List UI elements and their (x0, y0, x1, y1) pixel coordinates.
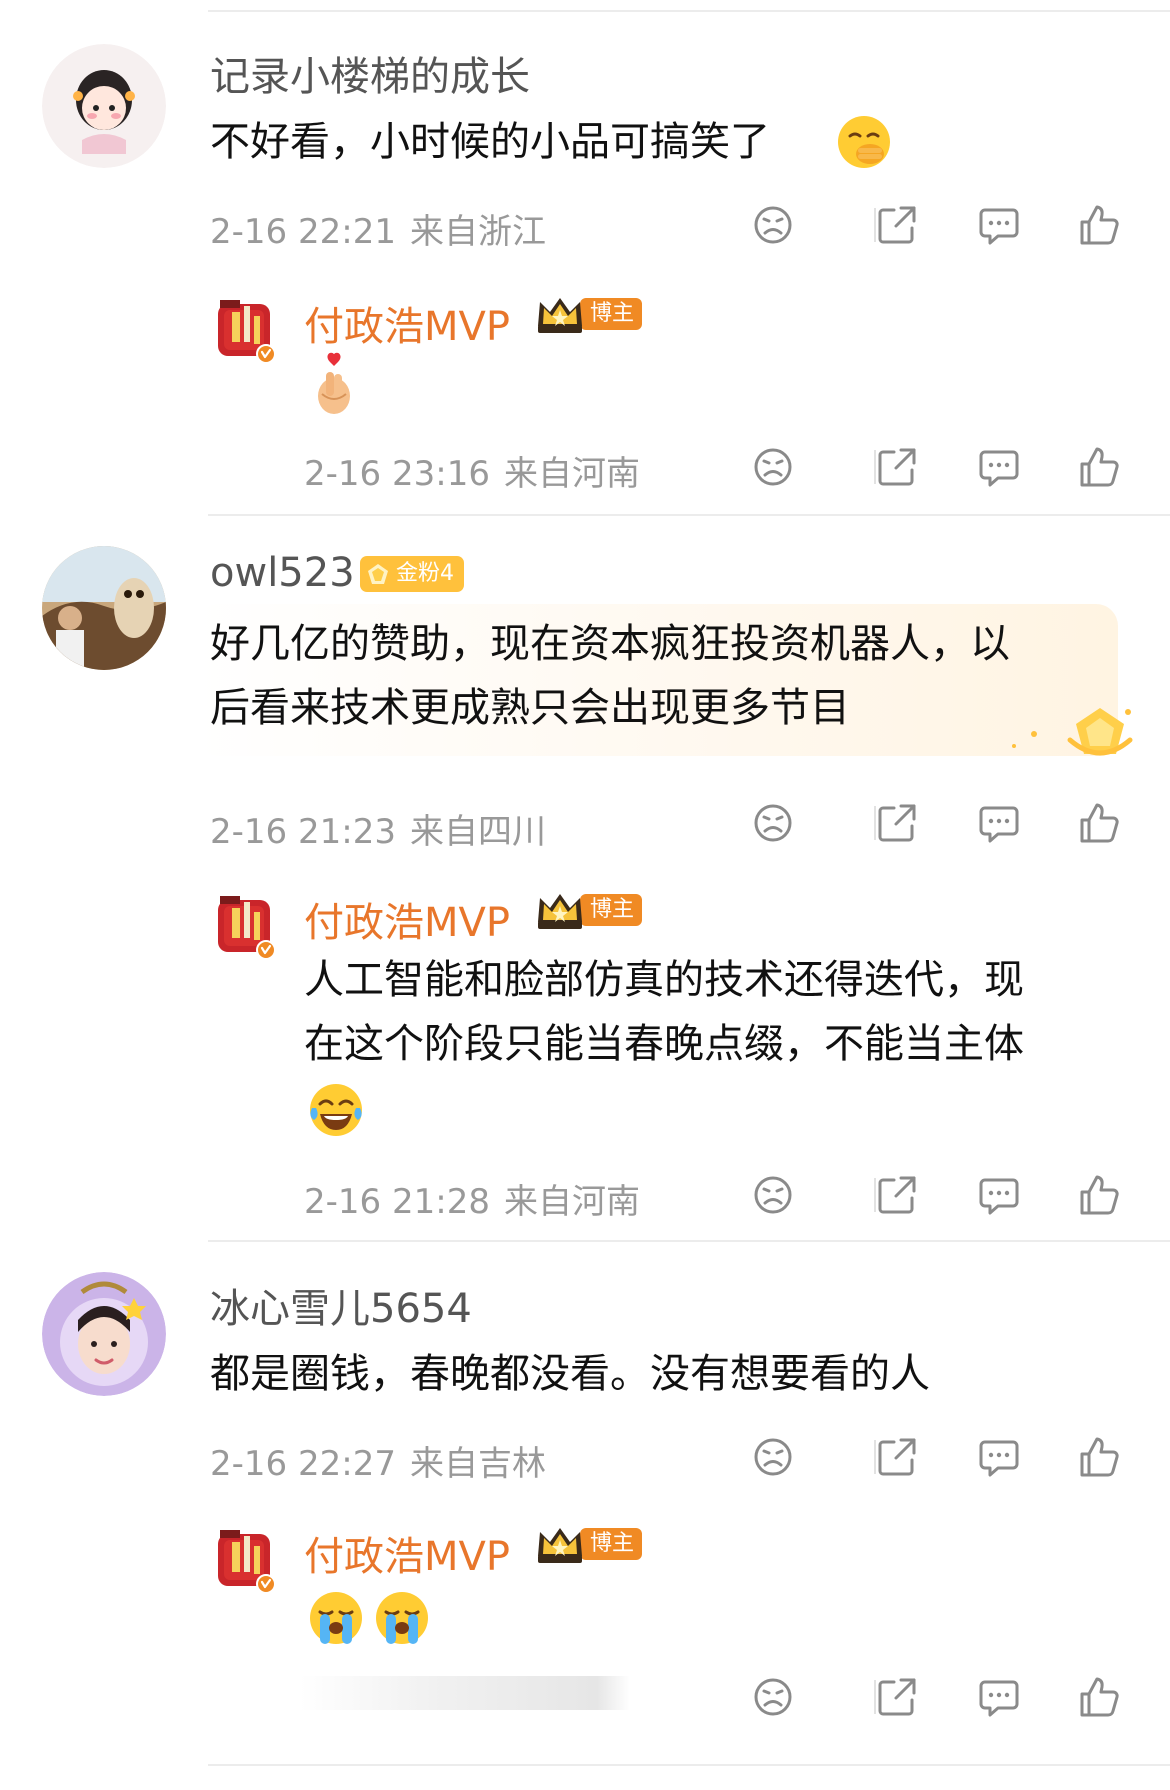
comment-icon[interactable] (976, 202, 1022, 248)
comment-icon[interactable] (976, 1674, 1022, 1720)
comment-text-body: 都是圈钱，春晚都没看。没有想要看的人 (210, 1351, 930, 1397)
blogger-badge: 博主 (534, 1522, 644, 1566)
dislike-icon[interactable] (750, 1434, 796, 1480)
like-icon[interactable] (1076, 1674, 1122, 1720)
like-icon[interactable] (1076, 1434, 1122, 1480)
comment-meta: 2-16 21:23 来自四川 (210, 804, 546, 853)
reply-actions (750, 1674, 1130, 1724)
dislike-icon[interactable] (750, 800, 796, 846)
reply-time: 2-16 23:16 (304, 454, 490, 494)
comment-meta: 2-16 22:27 来自吉林 (210, 1436, 546, 1485)
reply-text-line: 人工智能和脸部仿真的技术还得迭代，现 (304, 957, 1024, 1003)
comment-divider (208, 1240, 1170, 1242)
reply-actions (750, 444, 1130, 494)
finger-heart-emoji-icon (312, 352, 356, 416)
repost-icon[interactable] (874, 444, 920, 490)
comment-username[interactable]: 记录小楼梯的成长 (210, 44, 530, 102)
fan-diamond-icon (368, 564, 388, 584)
dislike-icon[interactable] (750, 202, 796, 248)
blogger-badge-label: 博主 (589, 301, 634, 326)
reply-username[interactable]: 付政浩MVP (304, 890, 510, 948)
blogger-badge: 博主 (534, 292, 644, 336)
reply-meta: 2-16 23:16 来自河南 (304, 446, 640, 495)
fan-level-label: 金粉4 (396, 561, 454, 586)
comment-time: 2-16 22:21 (210, 212, 396, 252)
fan-level-badge: 金粉4 (360, 556, 464, 592)
like-icon[interactable] (1076, 444, 1122, 490)
reply-time: 2-16 21:28 (304, 1182, 490, 1222)
tears-of-joy-emoji-icon (308, 1082, 364, 1138)
reply-avatar[interactable] (214, 892, 278, 960)
reply-location: 来自河南 (503, 454, 640, 494)
comment-text: 不好看，小时候的小品可搞笑了 (210, 110, 770, 174)
reply-location: 来自河南 (503, 1182, 640, 1222)
comment-text: 都是圈钱，春晚都没看。没有想要看的人 (210, 1342, 930, 1406)
comment-icon[interactable] (976, 800, 1022, 846)
comment-username[interactable]: 冰心雪儿5654 (210, 1276, 472, 1334)
avatar[interactable] (42, 1272, 166, 1396)
repost-icon[interactable] (874, 800, 920, 846)
comment-icon[interactable] (976, 1434, 1022, 1480)
comment-actions (750, 800, 1130, 850)
comment-icon[interactable] (976, 1172, 1022, 1218)
hand-over-mouth-emoji-icon (836, 114, 892, 170)
top-divider (208, 10, 1170, 12)
blogger-badge: 博主 (534, 888, 644, 932)
repost-icon[interactable] (874, 1172, 920, 1218)
comment-meta: 2-16 22:21 来自浙江 (210, 204, 546, 253)
avatar[interactable] (42, 546, 166, 670)
comment-text-line: 好几亿的赞助，现在资本疯狂投资机器人，以 (210, 621, 1010, 667)
comment-icon[interactable] (976, 444, 1022, 490)
repost-icon[interactable] (874, 1674, 920, 1720)
like-icon[interactable] (1076, 800, 1122, 846)
comment-divider (208, 514, 1170, 516)
comment-time: 2-16 22:27 (210, 1444, 396, 1484)
obscured-meta (300, 1676, 630, 1710)
comment-text-line: 后看来技术更成熟只会出现更多节目 (210, 685, 850, 731)
like-icon[interactable] (1076, 202, 1122, 248)
reply-username[interactable]: 付政浩MVP (304, 1524, 510, 1582)
comment-actions (750, 1434, 1130, 1484)
repost-icon[interactable] (874, 1434, 920, 1480)
reply-username[interactable]: 付政浩MVP (304, 294, 510, 352)
blogger-badge-label: 博主 (589, 897, 634, 922)
reply-avatar[interactable] (214, 1526, 278, 1594)
dislike-icon[interactable] (750, 1674, 796, 1720)
gold-fan-decoration-icon (1012, 708, 1133, 756)
comment-location: 来自吉林 (409, 1444, 546, 1484)
reply-avatar[interactable] (214, 296, 278, 364)
reply-meta: 2-16 21:28 来自河南 (304, 1174, 640, 1223)
reply-actions (750, 1172, 1130, 1222)
reply-text: 人工智能和脸部仿真的技术还得迭代，现 在这个阶段只能当春晚点缀，不能当主体 (304, 948, 1024, 1076)
dislike-icon[interactable] (750, 1172, 796, 1218)
repost-icon[interactable] (874, 202, 920, 248)
comment-text-body: 不好看，小时候的小品可搞笑了 (210, 119, 770, 165)
comment-username[interactable]: owl523 (210, 550, 355, 596)
avatar[interactable] (42, 44, 166, 168)
like-icon[interactable] (1076, 1172, 1122, 1218)
reply-text-line: 在这个阶段只能当春晚点缀，不能当主体 (304, 1021, 1024, 1067)
comment-location: 来自四川 (409, 812, 546, 852)
loudly-crying-emoji-icon (308, 1590, 364, 1646)
comment-actions (750, 202, 1130, 252)
comment-time: 2-16 21:23 (210, 812, 396, 852)
blogger-badge-label: 博主 (589, 1531, 634, 1556)
comment-location: 来自浙江 (409, 212, 546, 252)
bottom-divider (208, 1764, 1170, 1766)
loudly-crying-emoji-icon (374, 1590, 430, 1646)
dislike-icon[interactable] (750, 444, 796, 490)
comment-text: 好几亿的赞助，现在资本疯狂投资机器人，以 后看来技术更成熟只会出现更多节目 (210, 612, 1010, 740)
